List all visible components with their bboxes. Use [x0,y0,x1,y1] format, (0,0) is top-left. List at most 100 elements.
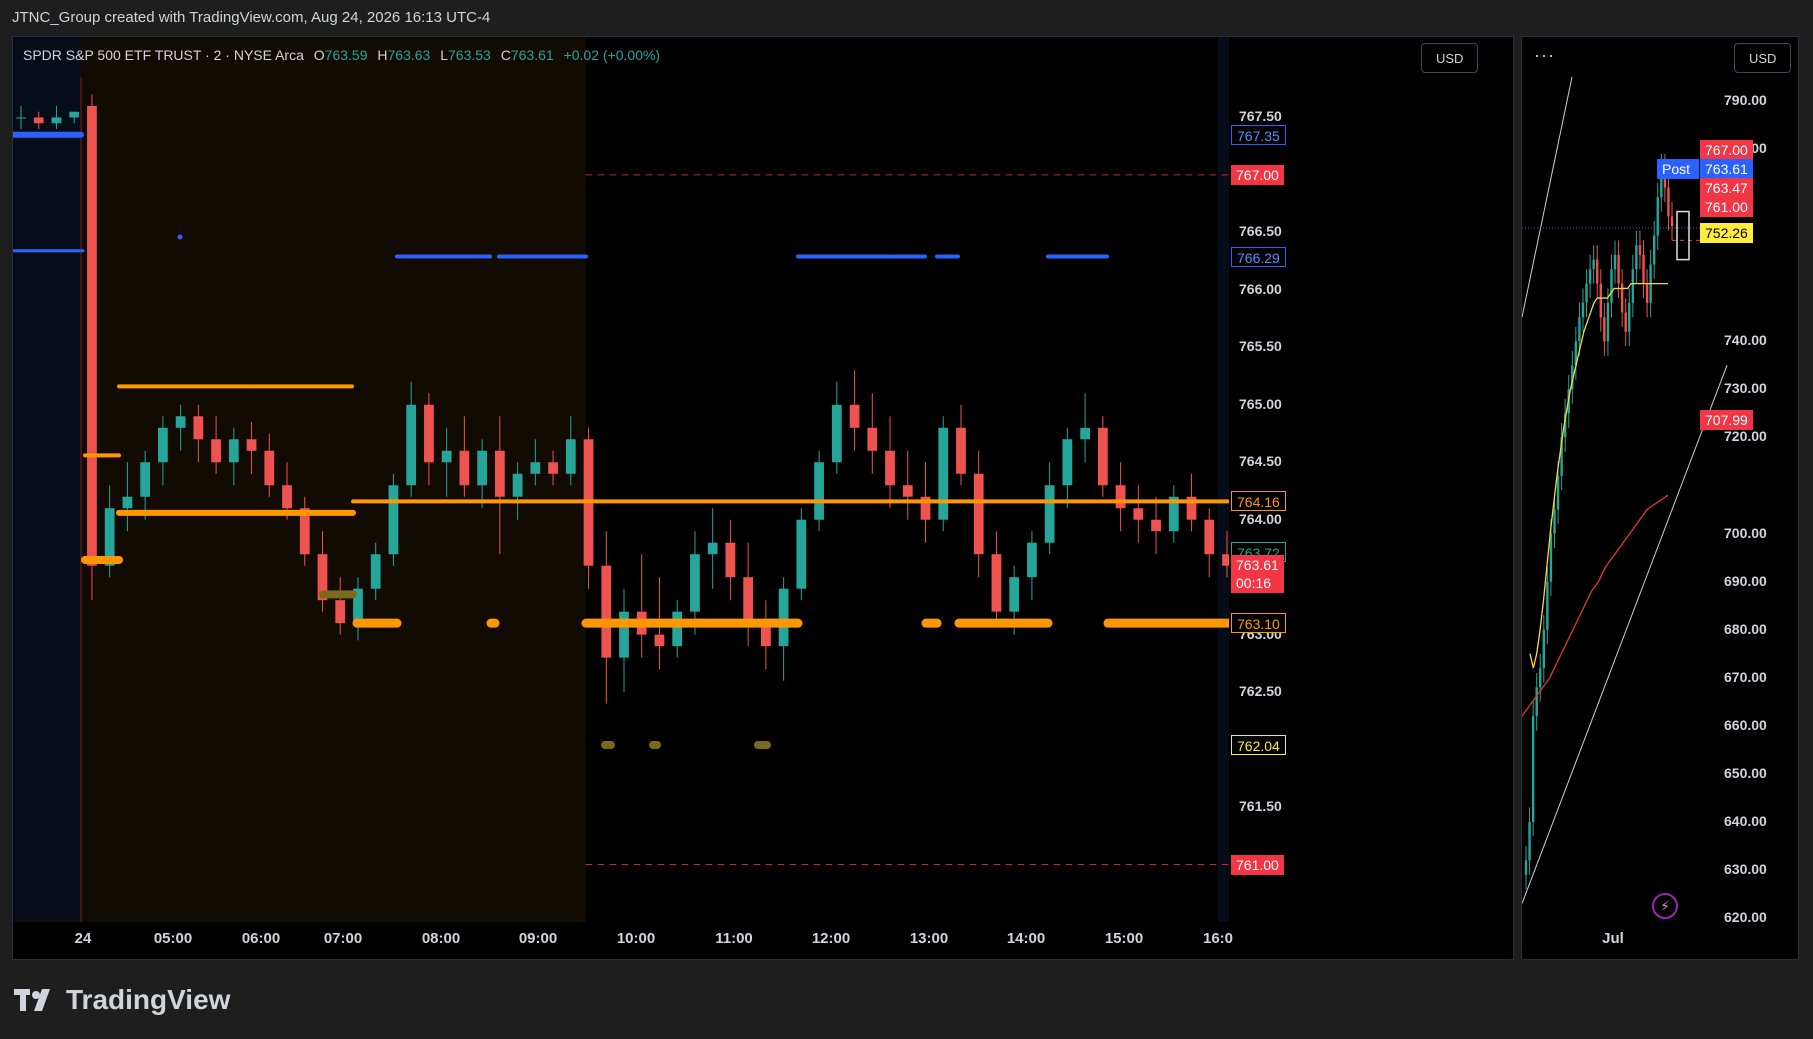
price-level-tag: 764.16 [1231,491,1286,512]
candle-body [264,450,275,486]
side-price-tick-label: 720.00 [1724,428,1767,445]
candle-body [743,577,754,624]
side-chart-panel[interactable]: ··· USD 790.00780.00740.00730.00720.0070… [1521,36,1799,960]
candle-body [991,554,1002,612]
side-candle-body [1667,187,1670,217]
side-candle-body [1528,821,1531,861]
time-tick-label: 10:00 [616,930,656,947]
side-candle-body [1656,197,1659,236]
time-tick-label: 06:00 [241,930,281,947]
price-tick-label: 767.50 [1239,108,1282,125]
candle-body [477,450,487,486]
low-label: L [440,47,449,63]
side-candle-body [1596,259,1599,284]
symbol-legend[interactable]: SPDR S&P 500 ETF TRUST · 2 · NYSE Arca O… [23,47,660,63]
price-level-value: 762.04 [1237,738,1280,754]
bar-countdown: 00:16 [1236,574,1272,591]
price-level-value: 767.35 [1237,127,1280,144]
time-tick-label: 13:00 [909,930,949,947]
price-level-tag: 761.00 [1231,854,1284,875]
more-options-icon[interactable]: ··· [1534,45,1555,66]
candle-body [69,111,80,118]
low-value: 763.53 [448,47,491,63]
candle-body [601,565,612,658]
tradingview-logo-icon [14,989,50,1011]
side-price-tag: 767.00 [1700,140,1753,160]
side-candle-body [1531,716,1535,822]
high-value: 763.63 [387,47,431,63]
post-session-bar [1676,210,1690,261]
price-level-tag: 763.10 [1231,613,1286,634]
side-candle-body [1546,581,1549,630]
side-price-tag: 763.61 [1700,159,1753,179]
candle-body [867,427,878,451]
price-tick-label: 762.50 [1239,683,1282,700]
side-price-tag: 752.26 [1700,223,1753,243]
side-candle-body [1588,269,1592,284]
side-price-tick-label: 790.00 [1724,92,1767,109]
price-level-value: 763.61 [1236,556,1279,573]
side-price-tick-label: 630.00 [1724,860,1767,877]
price-level-value: 767.00 [1236,166,1279,183]
symbol-name: SPDR S&P 500 ETF TRUST · 2 · NYSE Arca [23,47,304,63]
side-price-tick-label: 670.00 [1724,668,1767,685]
open-value: 763.59 [324,47,368,63]
side-time-tick-label: Jul [1602,930,1624,947]
post-market-badge: Post [1657,159,1699,179]
brand-name: TradingView [66,984,231,1015]
time-tick-label: 14:00 [1006,930,1046,947]
candle-body [512,473,523,497]
candle-body [814,462,824,520]
side-candle-body [1581,302,1585,318]
candle-body [388,485,399,555]
price-tick-label: 764.50 [1239,453,1282,470]
side-price-tick-label: 700.00 [1724,524,1767,541]
candle-body [849,404,860,428]
side-candle-body [1638,245,1642,255]
candle-body [1204,519,1215,555]
side-candle-body [1578,317,1581,342]
candle-body [246,439,257,451]
ema-fast-line [1529,282,1668,669]
side-candle-body [1599,283,1602,318]
side-candle-body [1592,259,1595,270]
candle-body [33,117,44,124]
close-label: C [500,47,511,63]
side-candle-body [1635,245,1638,270]
candle-body [548,462,558,474]
ema-slow-line [1522,494,1669,717]
side-candle-body [1542,629,1546,669]
open-label: O [313,47,325,63]
price-tick-label: 765.50 [1239,338,1282,355]
tradingview-logo[interactable]: TradingView [14,984,230,1016]
time-tick-label: 12:00 [811,930,851,947]
candle-body [565,439,576,474]
candle-body [672,611,683,647]
candle-body [459,450,470,486]
time-tick-label: 08:00 [421,930,461,947]
time-tick-label: 16:0 [1202,930,1234,947]
price-tick-label: 761.50 [1239,798,1282,815]
candle-body [370,554,381,589]
price-level-value: 763.10 [1237,616,1280,633]
candle-body [796,519,807,589]
candle-body [140,462,151,497]
currency-button[interactable]: USD [1421,43,1479,73]
main-chart-svg[interactable] [13,37,1513,959]
candle-body [1062,439,1073,486]
candle-body [1080,427,1090,440]
candle-body [87,105,97,566]
candle-body [725,542,736,578]
candle-body [282,485,292,509]
side-candle-body [1613,254,1617,270]
side-price-tick-label: 730.00 [1724,380,1767,397]
candle-body [175,416,186,428]
close-value: 763.61 [510,47,554,63]
overnight-session-bg [13,37,81,922]
side-currency-button[interactable]: USD [1734,43,1792,73]
main-chart-panel[interactable]: SPDR S&P 500 ETF TRUST · 2 · NYSE Arca O… [12,36,1514,960]
candle-body [1133,508,1144,520]
lightning-alert-icon[interactable]: ⚡ [1652,893,1678,919]
side-candle-body [1535,687,1538,717]
candle-body [228,439,239,463]
